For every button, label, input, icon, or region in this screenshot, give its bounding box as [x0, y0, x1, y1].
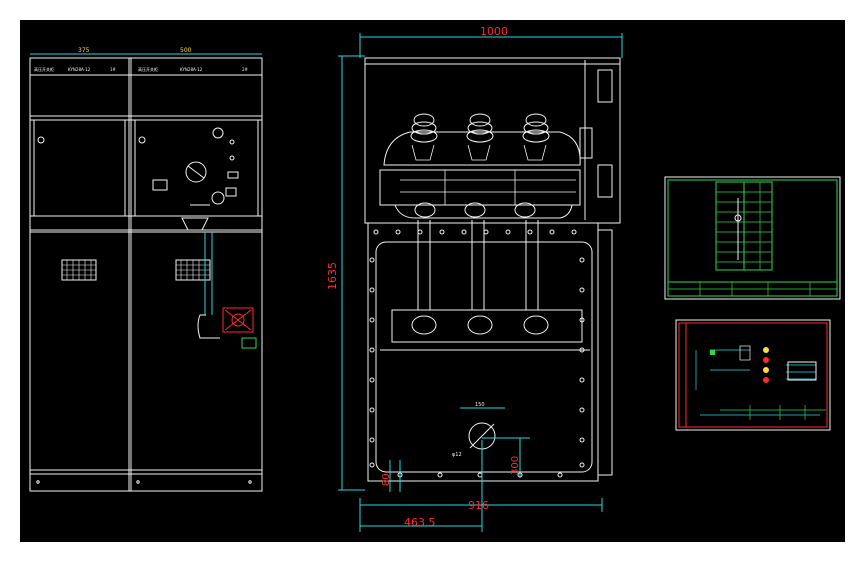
svg-text:2#: 2#: [242, 67, 249, 72]
dim-offset-center: 463.5: [404, 516, 436, 529]
front-elevation: 375 500 高压开关柜 KYN28A-12 1# 高压开关柜 KYN28A-…: [29, 47, 263, 492]
svg-text:KYN28A-12: KYN28A-12: [68, 67, 91, 72]
schematic-sheet-1: [664, 176, 841, 300]
front-width-left-label: 375: [78, 47, 90, 54]
svg-text:1#: 1#: [110, 67, 117, 72]
drawing-svg: 375 500 高压开关柜 KYN28A-12 1# 高压开关柜 KYN28A-…: [29, 25, 841, 532]
dim-offset-left: 80: [381, 473, 392, 486]
dim-hole-height: 300: [510, 456, 521, 475]
dim-width-total: 1000: [480, 25, 508, 38]
front-width-right-label: 500: [180, 47, 192, 54]
svg-text:KYN28A-12: KYN28A-12: [180, 67, 203, 72]
schematic-sheet-2: [675, 319, 831, 431]
dim-base-width: 916: [468, 499, 489, 512]
dim-hole-diameter: 150: [475, 402, 485, 408]
side-section-view: 1000 1635 150 φ12 916 463.5 80 300: [326, 25, 623, 532]
dim-height-total: 1635: [326, 262, 339, 290]
cad-drawing-canvas: 375 500 高压开关柜 KYN28A-12 1# 高压开关柜 KYN28A-…: [20, 20, 845, 542]
dim-hole-note: φ12: [452, 452, 462, 458]
insulator-group: [410, 113, 550, 143]
svg-text:高压开关柜: 高压开关柜: [138, 66, 158, 72]
front-cabinet-outline: [29, 57, 263, 492]
svg-text:高压开关柜: 高压开关柜: [34, 66, 54, 72]
current-transformer-band: [391, 309, 583, 343]
